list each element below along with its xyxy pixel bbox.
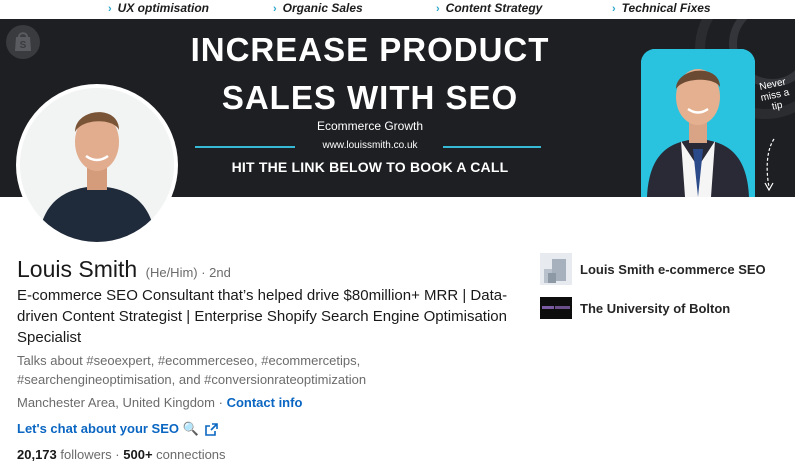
profile-location-row: Manchester Area, United Kingdom · Contac… — [17, 395, 302, 410]
talks-about: Talks about #seoexpert, #ecommerceseo, #… — [17, 353, 367, 387]
profile-location: Manchester Area, United Kingdom — [17, 395, 215, 410]
banner-headline-line1: INCREASE PRODUCT — [190, 31, 550, 68]
banner-headline-line2: SALES WITH SEO — [221, 79, 519, 116]
chat-seo-link[interactable]: Let's chat about your SEO 🔍 — [17, 421, 218, 437]
avatar-photo — [20, 88, 174, 242]
shopping-bag-icon: S — [6, 25, 40, 59]
profile-pronouns: (He/Him) — [145, 265, 198, 280]
university-name: The University of Bolton — [580, 300, 731, 316]
profile-avatar[interactable] — [16, 84, 178, 246]
arrow-icon: › — [108, 3, 112, 15]
profile-name-row: Louis Smith (He/Him) · 2nd — [17, 256, 231, 283]
banner-divider — [195, 146, 295, 148]
separator-dot: · — [111, 447, 124, 462]
profile-name: Louis Smith — [17, 256, 138, 282]
profile-stats: 20,173 followers · 500+ connections — [17, 447, 226, 462]
banner-subtitle: Ecommerce Growth — [316, 119, 424, 133]
curved-arrow-icon — [764, 138, 775, 192]
strip-item-content: › Content Strategy — [436, 1, 543, 15]
university-logo — [540, 297, 572, 319]
org-education[interactable]: The University of Bolton — [540, 297, 730, 319]
arrow-icon: › — [436, 3, 440, 15]
profile-headline: E-commerce SEO Consultant that’s helped … — [17, 287, 508, 346]
followers-label: followers — [56, 447, 112, 462]
banner-photo — [641, 49, 755, 197]
strip-item-organic: › Organic Sales — [273, 1, 363, 15]
banner-divider — [443, 146, 541, 148]
banner-cta: HIT THE LINK BELOW TO BOOK A CALL — [231, 159, 509, 175]
connections-label[interactable]: connections — [153, 447, 225, 462]
chat-link-label: Let's chat about your SEO 🔍 — [17, 421, 199, 436]
strip-item-technical: › Technical Fixes — [612, 1, 711, 15]
contact-info-link[interactable]: Contact info — [227, 395, 303, 410]
strip-item-ux: › UX optimisation — [108, 1, 210, 15]
company-name: Louis Smith e-commerce SEO — [580, 261, 766, 277]
banner-top-strip: › UX optimisation › Organic Sales › Content… — [0, 0, 795, 19]
org-current-company[interactable]: Louis Smith e-commerce SEO — [540, 253, 766, 285]
company-logo — [540, 253, 572, 285]
banner-website: www.louissmith.co.uk — [322, 140, 418, 151]
external-link-icon — [205, 422, 218, 436]
separator-dot: · — [215, 395, 227, 410]
banner-side-note: Never miss a tip — [758, 76, 791, 113]
followers-count: 20,173 — [17, 447, 57, 462]
connections-count[interactable]: 500+ — [123, 447, 152, 462]
arrow-icon: › — [612, 3, 616, 15]
svg-text:S: S — [20, 40, 27, 51]
arrow-icon: › — [273, 3, 277, 15]
connection-degree: · 2nd — [197, 265, 231, 280]
